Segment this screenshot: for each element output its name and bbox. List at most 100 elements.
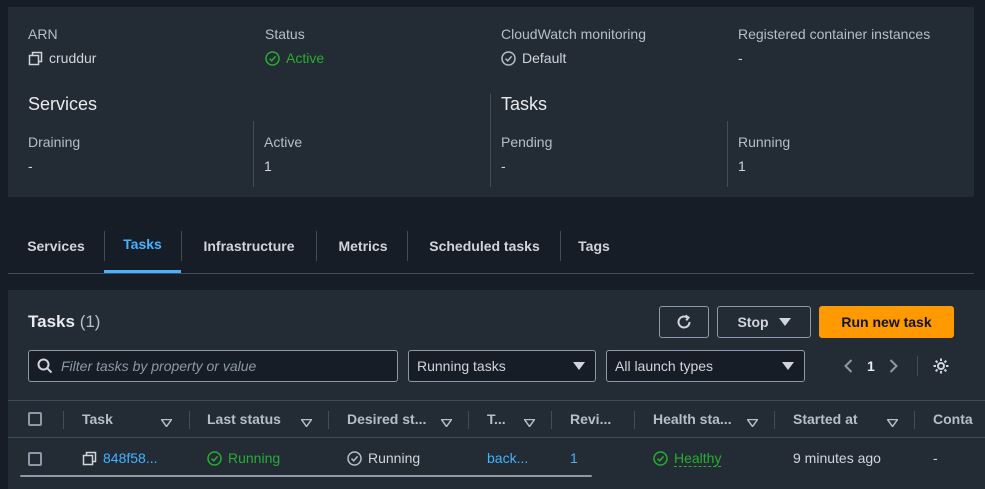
caret-down-icon — [778, 318, 791, 326]
stop-label: Stop — [737, 314, 769, 330]
refresh-icon — [676, 314, 692, 330]
revision-cell: 1 — [570, 438, 578, 478]
select-all-checkbox[interactable] — [28, 412, 42, 426]
active-services-value: 1 — [264, 158, 272, 174]
divider — [490, 94, 491, 187]
arn-label: ARN — [28, 26, 58, 42]
tasks-panel-title: Tasks (1) — [28, 312, 100, 332]
tasks-table-header: Task Last status Desired st... T... Revi… — [8, 400, 985, 438]
draining-label: Draining — [28, 134, 81, 150]
registered-instances-label: Registered container instances — [738, 26, 931, 42]
check-circle-icon — [501, 50, 516, 66]
column-desired-status[interactable]: Desired st... — [347, 401, 426, 437]
refresh-button[interactable] — [659, 306, 709, 338]
tasks-heading: Tasks — [501, 94, 548, 114]
launch-type-value: All launch types — [615, 358, 714, 374]
task-id-cell: 848f58... — [82, 438, 158, 478]
tab-tags[interactable]: Tags — [568, 218, 620, 273]
gear-icon[interactable] — [932, 357, 950, 375]
caret-down-icon — [573, 362, 585, 370]
arn-text: cruddur — [49, 50, 97, 66]
sort-icon[interactable] — [300, 414, 313, 432]
tab-divider — [316, 231, 317, 261]
cloudwatch-text: Default — [522, 50, 567, 66]
page-number[interactable]: 1 — [859, 358, 883, 374]
copy-icon[interactable] — [28, 51, 43, 66]
column-divider — [328, 411, 329, 429]
check-circle-icon — [265, 50, 280, 66]
status-label: Status — [265, 26, 305, 42]
row-checkbox[interactable] — [28, 452, 42, 466]
caret-down-icon — [782, 362, 794, 370]
status-value: Active — [265, 50, 324, 66]
status-text: Active — [286, 50, 325, 66]
tab-tasks[interactable]: Tasks — [104, 218, 181, 273]
tasks-panel: Tasks (1) Stop Run new task Running task… — [8, 290, 985, 489]
column-health-status[interactable]: Health sta... — [653, 401, 732, 437]
task-status-value: Running tasks — [417, 358, 506, 374]
filter-tasks-input[interactable] — [61, 358, 381, 374]
running-tasks-value: 1 — [738, 158, 746, 174]
check-circle-icon — [653, 450, 668, 466]
launch-type-select[interactable]: All launch types — [606, 350, 805, 382]
draining-value: - — [28, 158, 33, 174]
check-circle-icon — [347, 450, 362, 466]
column-last-status[interactable]: Last status — [207, 401, 281, 437]
tasks-count: (1) — [79, 312, 101, 331]
column-divider — [468, 411, 469, 429]
column-divider — [63, 411, 64, 429]
column-divider — [914, 411, 915, 429]
started-at-cell: 9 minutes ago — [793, 450, 881, 466]
desired-status-text: Running — [368, 450, 421, 466]
services-heading: Services — [28, 94, 98, 114]
cluster-tabs: Services Tasks Infrastructure Metrics Sc… — [8, 218, 974, 274]
sort-icon[interactable] — [746, 414, 759, 432]
tab-divider — [407, 231, 408, 261]
tab-infrastructure[interactable]: Infrastructure — [190, 218, 308, 273]
sort-icon[interactable] — [886, 414, 899, 432]
health-status-text[interactable]: Healthy — [674, 450, 722, 467]
tab-metrics[interactable]: Metrics — [324, 218, 402, 273]
sort-icon[interactable] — [440, 414, 453, 432]
cloudwatch-label: CloudWatch monitoring — [501, 26, 646, 42]
chevron-left-icon[interactable] — [838, 359, 859, 373]
tab-scheduled-tasks[interactable]: Scheduled tasks — [415, 218, 554, 273]
task-definition-link[interactable]: back... — [487, 450, 528, 466]
arn-value: cruddur — [28, 50, 96, 66]
horizontal-scrollbar[interactable] — [20, 475, 592, 477]
tab-services[interactable]: Services — [16, 218, 96, 273]
column-container[interactable]: Conta — [933, 401, 973, 437]
copy-icon[interactable] — [82, 451, 97, 466]
last-status-cell: Running — [207, 438, 280, 478]
running-tasks-label: Running — [738, 134, 791, 150]
desired-status-cell: Running — [347, 438, 420, 478]
pending-tasks-value: - — [501, 158, 506, 174]
container-cell: - — [933, 450, 938, 466]
filter-tasks-search[interactable] — [28, 350, 398, 382]
column-started-at[interactable]: Started at — [793, 401, 858, 437]
task-status-select[interactable]: Running tasks — [408, 350, 596, 382]
cluster-overview-panel: ARN cruddur Status Active CloudWatch mon… — [8, 0, 974, 197]
search-icon — [37, 358, 53, 374]
column-divider — [189, 411, 190, 429]
divider — [917, 356, 918, 376]
task-id-link[interactable]: 848f58... — [103, 450, 158, 466]
stop-dropdown-button[interactable]: Stop — [717, 306, 811, 338]
tasks-title-text: Tasks — [28, 312, 75, 331]
column-divider — [551, 411, 552, 429]
column-revision[interactable]: Revi... — [570, 401, 611, 437]
sort-icon[interactable] — [160, 414, 173, 432]
health-status-cell: Healthy — [653, 438, 722, 478]
active-services-label: Active — [264, 134, 303, 150]
check-circle-icon — [207, 450, 222, 466]
revision-link[interactable]: 1 — [570, 450, 578, 466]
divider — [253, 121, 254, 187]
registered-instances-value: - — [738, 50, 743, 66]
column-task[interactable]: Task — [82, 401, 113, 437]
column-task-definition[interactable]: T... — [487, 401, 506, 437]
last-status-text: Running — [228, 450, 281, 466]
run-new-task-button[interactable]: Run new task — [819, 306, 954, 338]
tab-divider — [560, 231, 561, 261]
chevron-right-icon[interactable] — [883, 359, 904, 373]
sort-icon[interactable] — [523, 414, 536, 432]
